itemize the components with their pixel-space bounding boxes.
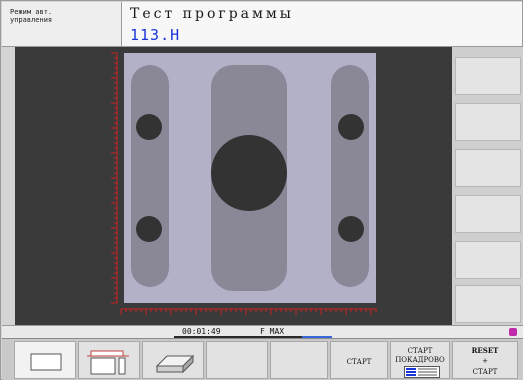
vertical-softkey-column	[452, 47, 523, 325]
vertical-softkey-2[interactable]	[455, 103, 521, 141]
machining-time: 00:01:49	[182, 327, 221, 336]
vertical-softkey-1[interactable]	[455, 57, 521, 95]
softkey-empty-5[interactable]	[270, 341, 328, 379]
right-slot	[331, 65, 369, 287]
operating-mode-panel: Режим авт. управления	[2, 2, 122, 47]
graphics-window	[15, 47, 452, 325]
start-button[interactable]: СТАРТ	[330, 341, 388, 379]
status-line: 00:01:49 F MAX	[2, 325, 523, 338]
vertical-ruler	[111, 52, 118, 304]
reset-label-1: RESET	[471, 346, 499, 355]
softkey-bar: СТАРТ СТАРТ ПОКАДРОВО RESET + СТАРТ	[2, 338, 523, 380]
left-slot	[131, 65, 169, 287]
tnc-screen: Режим авт. управления Тест программы 113…	[0, 0, 523, 380]
workpiece-plan-view	[111, 52, 377, 315]
feed-rate: F MAX	[260, 327, 285, 336]
view-3d-button[interactable]	[142, 341, 204, 379]
reset-label-2: +	[482, 357, 488, 365]
hole-top-right	[338, 114, 364, 140]
three-planes-icon	[87, 350, 129, 375]
vertical-softkey-4[interactable]	[455, 195, 521, 233]
mode-label-line2: управления	[10, 16, 53, 24]
start-single-block-button[interactable]: СТАРТ ПОКАДРОВО	[390, 341, 450, 379]
plan-view-icon	[30, 353, 62, 371]
vertical-softkey-5[interactable]	[455, 241, 521, 279]
hole-bottom-left	[136, 216, 162, 242]
mode-label-line1: Режим авт.	[10, 8, 53, 16]
reset-start-button[interactable]: RESET + СТАРТ	[452, 341, 518, 379]
start-block-label-1: СТАРТ	[407, 347, 433, 355]
3d-view-icon	[155, 354, 195, 374]
start-block-label-2: ПОКАДРОВО	[395, 356, 445, 364]
vertical-softkey-6[interactable]	[455, 285, 521, 323]
softkey-empty-4[interactable]	[206, 341, 268, 379]
center-bore	[211, 135, 287, 211]
single-block-icon	[404, 366, 440, 378]
vertical-softkey-3[interactable]	[455, 149, 521, 187]
hole-bottom-right	[338, 216, 364, 242]
start-label: СТАРТ	[346, 358, 372, 366]
reset-label-3: СТАРТ	[472, 368, 498, 376]
program-header: Тест программы 113.H	[122, 2, 522, 47]
page-title: Тест программы	[130, 6, 294, 22]
horizontal-ruler	[120, 308, 377, 315]
hole-top-left	[136, 114, 162, 140]
program-filename: 113.H	[130, 26, 181, 44]
status-flag-icon	[509, 328, 517, 336]
view-3planes-button[interactable]	[78, 341, 140, 379]
view-plan-button[interactable]	[14, 341, 76, 379]
